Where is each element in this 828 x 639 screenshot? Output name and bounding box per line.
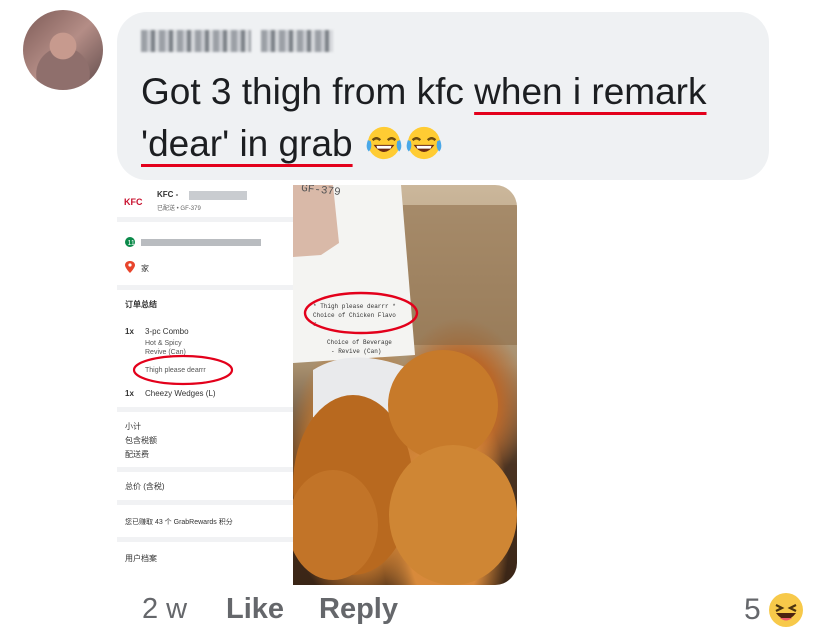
item-name: 3-pc Combo [145, 327, 189, 336]
svg-text:11: 11 [128, 240, 135, 247]
item-option: Hot & Spicy [145, 340, 182, 347]
item-name: Cheezy Wedges (L) [145, 389, 216, 398]
commenter-name-redacted[interactable] [141, 30, 333, 52]
divider [117, 285, 293, 290]
item-qty: 1x [125, 389, 134, 398]
divider [117, 407, 293, 412]
redacted-first-name [141, 30, 251, 52]
attached-photo[interactable]: KFC KFC - 已配送 • GF-379 11 家 订单总结 1x 3-pc… [117, 185, 517, 585]
tax-label: 包含税额 [125, 436, 157, 445]
item-qty: 1x [125, 327, 134, 336]
comment-text: Got 3 thigh from kfc when i remark 'dear… [141, 66, 761, 170]
order-summary-heading: 订单总结 [125, 300, 157, 309]
haha-reaction-icon[interactable] [768, 592, 804, 628]
reaction-count[interactable]: 5 [744, 593, 761, 627]
receipt-and-chicken-illustration [293, 185, 517, 585]
divider [117, 217, 293, 222]
destination-label: 家 [141, 264, 149, 273]
store-name-redacted [189, 191, 247, 200]
total-label: 总价 (含税) [125, 482, 165, 491]
fried-chicken-photo: GF-379 * Thigh please dearrr * Choice of… [293, 185, 517, 585]
location-pin-icon [125, 261, 135, 273]
receipt-beverage-line: Choice of Beverage [327, 339, 392, 346]
reply-button[interactable]: Reply [319, 593, 398, 626]
receipt-beverage-line: - Revive (Can) [331, 348, 382, 355]
red-circle-annotation [132, 354, 234, 386]
merchant-address-redacted [141, 239, 261, 246]
svg-text:KFC: KFC [124, 197, 143, 207]
order-status: 已配送 • GF-379 [157, 206, 201, 212]
grab-order-screenshot: KFC KFC - 已配送 • GF-379 11 家 订单总结 1x 3-pc… [117, 185, 293, 585]
divider [117, 500, 293, 505]
red-circle-annotation [303, 291, 419, 335]
divider [117, 467, 293, 472]
commenter-avatar[interactable] [23, 10, 103, 90]
delivery-fee-label: 配送费 [125, 450, 149, 459]
comment-text-plain: Got 3 thigh from kfc [141, 71, 475, 112]
profile-label: 用户档案 [125, 554, 157, 563]
redacted-last-name [261, 30, 333, 52]
divider [117, 537, 293, 542]
comment-text-underlined-2: 'dear' in grab [141, 123, 353, 164]
comment-timestamp[interactable]: 2 w [142, 593, 187, 626]
laughing-crying-emoji-icon [366, 126, 402, 160]
laughing-crying-emoji-icon [406, 126, 442, 160]
kfc-logo-icon: KFC [123, 195, 143, 207]
merchant-pin-icon: 11 [125, 237, 135, 247]
like-button[interactable]: Like [226, 593, 284, 626]
subtotal-label: 小计 [125, 422, 141, 431]
rewards-text: 您已赚取 43 个 GrabRewards 积分 [125, 519, 233, 526]
comment-text-underlined-1: when i remark [474, 71, 707, 112]
store-name: KFC - [157, 190, 179, 199]
